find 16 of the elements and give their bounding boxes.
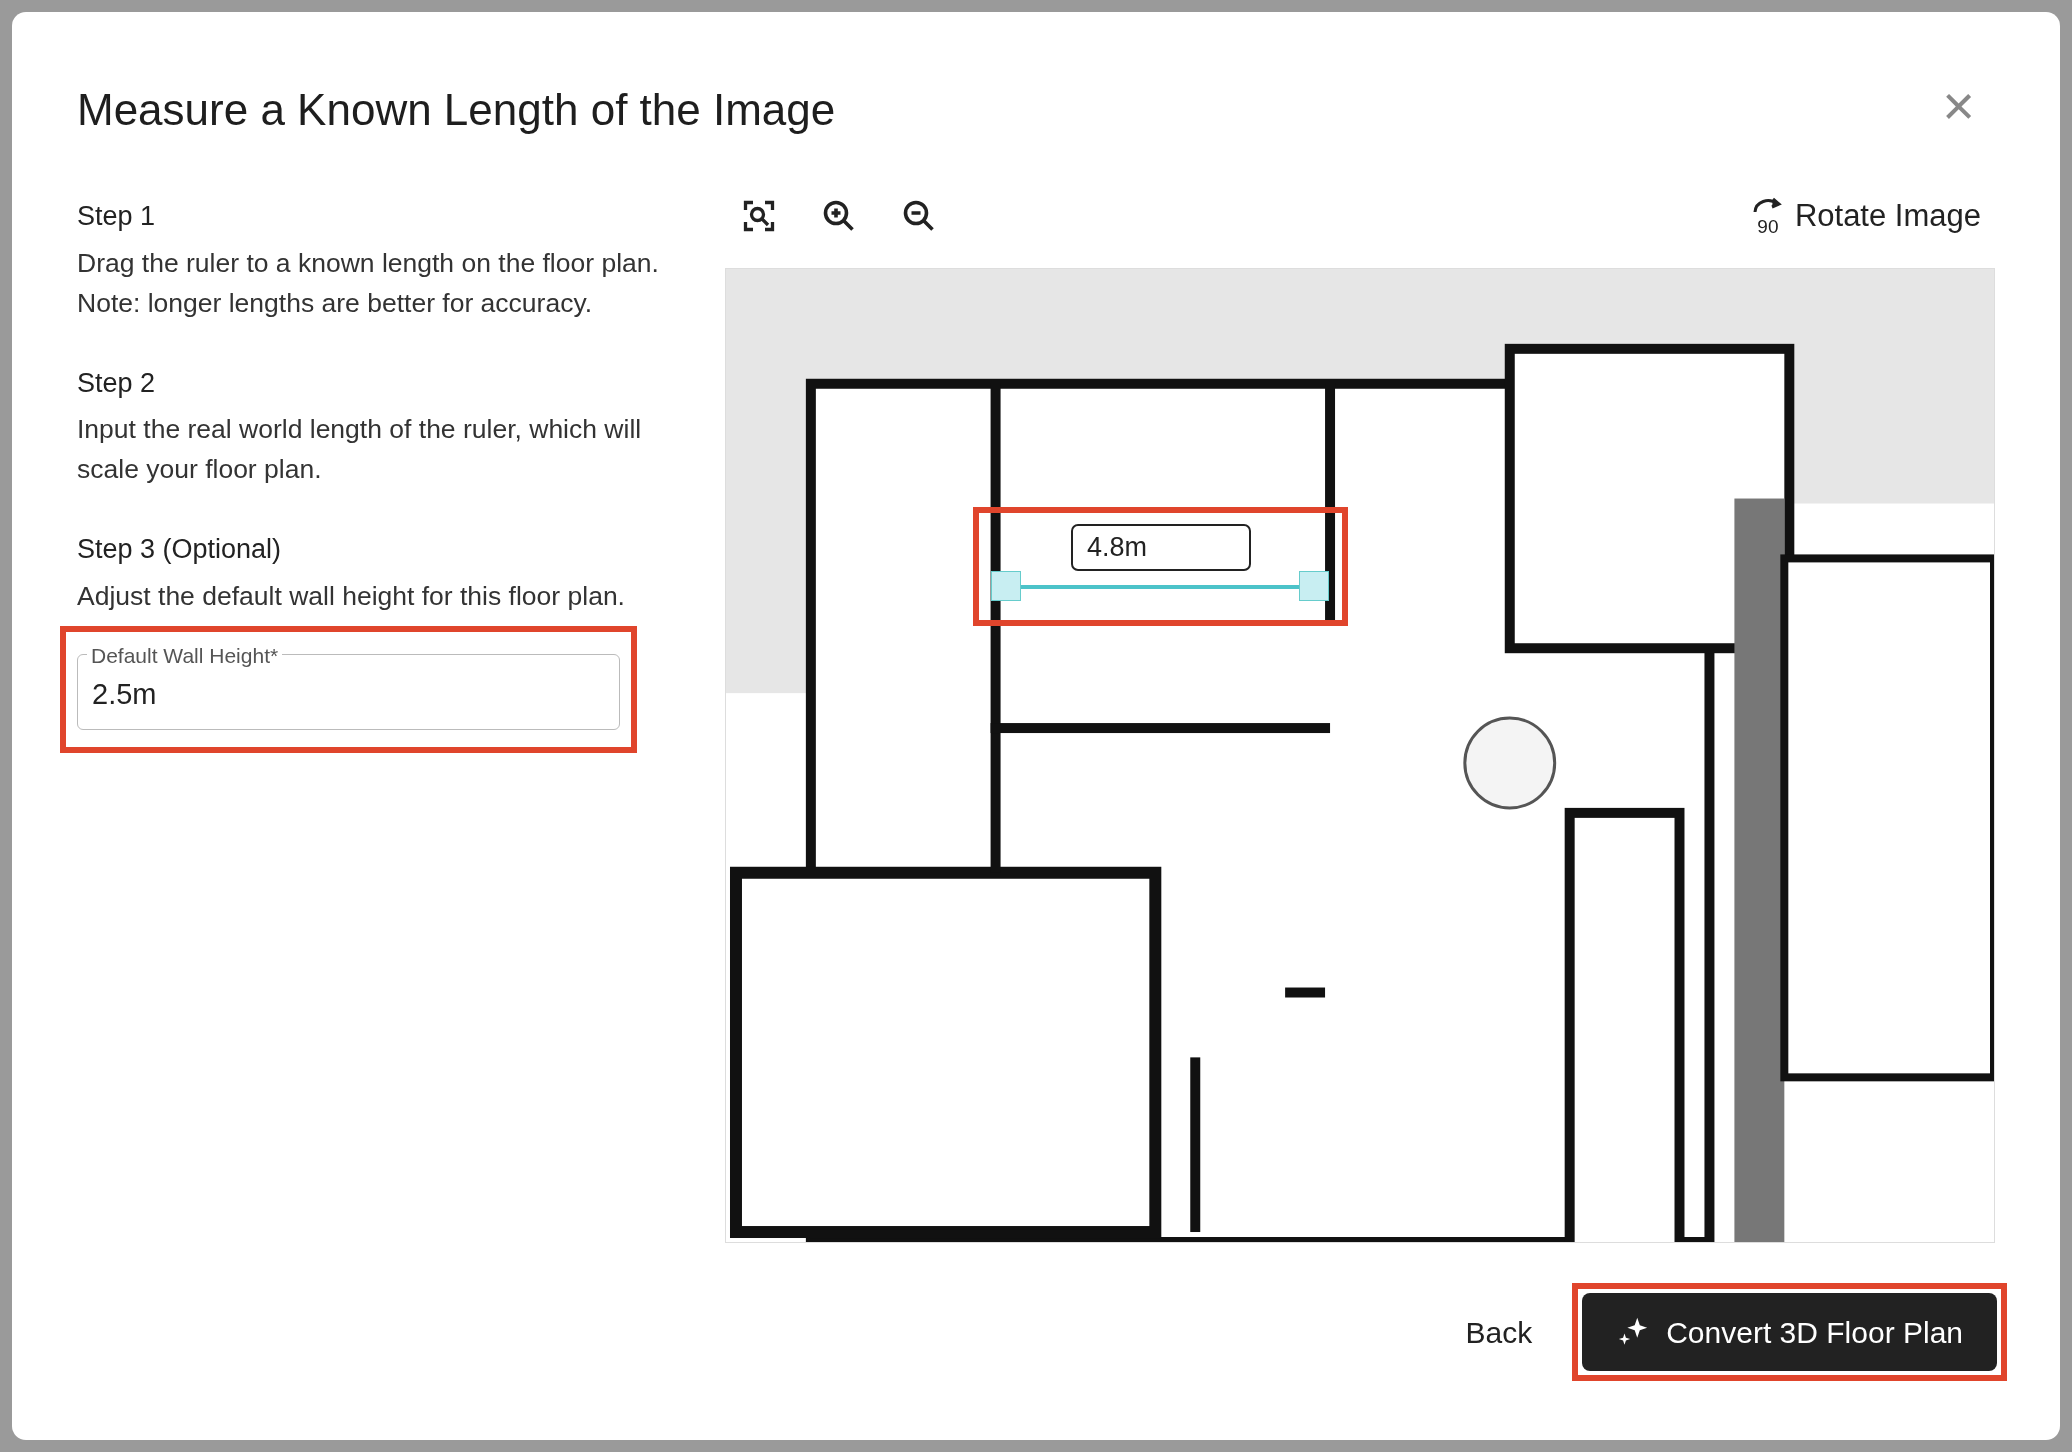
step-heading: Step 2 bbox=[77, 366, 157, 400]
close-button[interactable]: × bbox=[1942, 78, 1975, 134]
step-heading: Step 1 bbox=[77, 200, 157, 233]
ruler-handle[interactable] bbox=[1299, 571, 1329, 601]
back-button[interactable]: Back bbox=[1465, 1309, 1533, 1355]
rotate-image-button[interactable]: 90 Rotate Image bbox=[1750, 192, 1981, 240]
rotate-degrees: 90 bbox=[1757, 217, 1779, 236]
ruler-handle[interactable] bbox=[991, 571, 1021, 601]
step-description: Input the real world length of the ruler, which will scale your floor plan. bbox=[77, 413, 643, 486]
step-description: Drag the ruler to a known length on the floor plan. Note: longer lengths are better for accuracy. bbox=[77, 246, 660, 320]
convert-button[interactable]: Convert 3D Floor Plan bbox=[1582, 1293, 1997, 1371]
ruler-length-field[interactable]: 4.8m bbox=[1071, 524, 1251, 571]
dialog-title: Measure a Known Length of the Image bbox=[77, 88, 836, 132]
step-heading: Step 3 (Optional) bbox=[77, 533, 283, 566]
step-description: Adjust the default wall height for this floor plan. bbox=[77, 579, 626, 613]
fit-to-screen-icon[interactable] bbox=[741, 198, 777, 234]
